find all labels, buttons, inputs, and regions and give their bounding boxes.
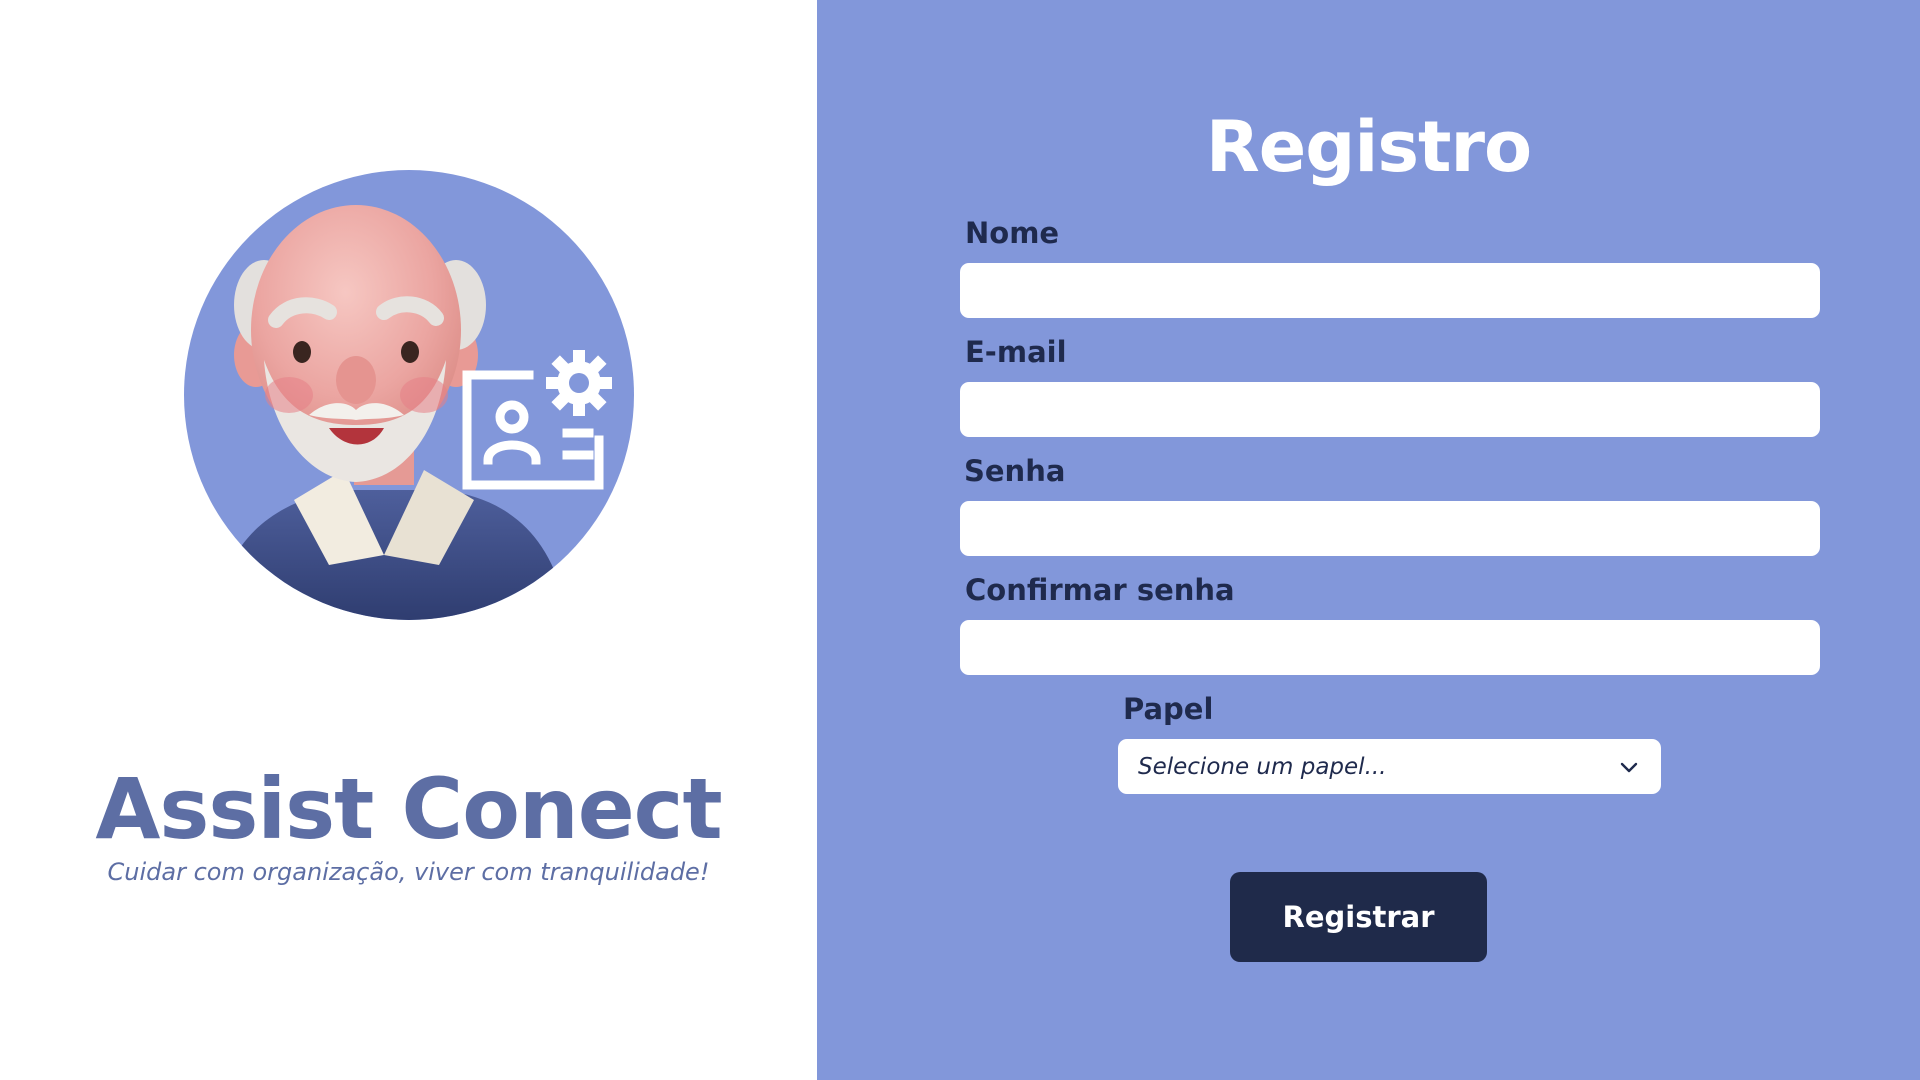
brand-panel: Assist Conect Cuidar com organização, vi…: [0, 0, 817, 1080]
registration-page: Assist Conect Cuidar com organização, vi…: [0, 0, 1920, 1080]
papel-label: Papel: [1123, 692, 1214, 726]
registrar-button[interactable]: Registrar: [1230, 872, 1487, 962]
brand-tagline: Cuidar com organização, viver com tranqu…: [107, 858, 710, 886]
confirmar-senha-label: Confirmar senha: [965, 573, 1235, 607]
nome-input[interactable]: [960, 263, 1820, 318]
papel-select[interactable]: Selecione um papel...: [1118, 739, 1661, 794]
nome-label: Nome: [965, 216, 1060, 250]
senha-input[interactable]: [960, 501, 1820, 556]
chevron-down-icon: [1620, 762, 1638, 772]
email-label: E-mail: [965, 335, 1067, 369]
brand-name: Assist Conect: [95, 760, 722, 858]
registration-form-panel: Registro Nome E-mail Senha Confirmar sen…: [817, 0, 1920, 1080]
email-input[interactable]: [960, 382, 1820, 437]
senha-label: Senha: [964, 454, 1066, 488]
page-title: Registro: [1205, 106, 1532, 188]
papel-selected-value: Selecione um papel...: [1138, 753, 1387, 780]
confirmar-senha-input[interactable]: [960, 620, 1820, 675]
elderly-man-avatar-icon: [184, 170, 634, 620]
